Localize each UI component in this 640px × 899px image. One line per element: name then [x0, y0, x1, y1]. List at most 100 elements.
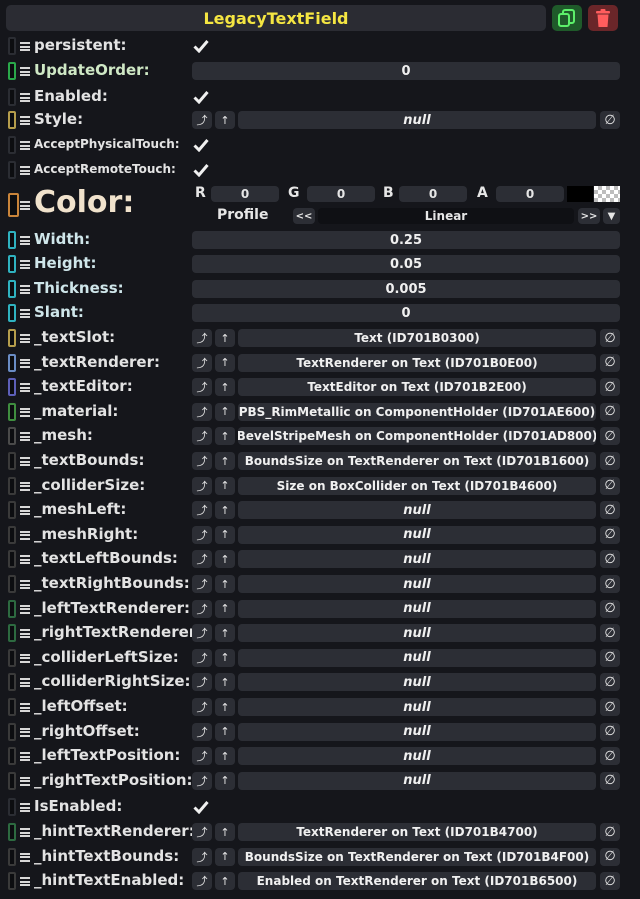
drag-handle-icon[interactable]: [20, 457, 30, 466]
drag-handle-icon[interactable]: [20, 852, 30, 862]
reference-value[interactable]: null: [238, 722, 596, 741]
drag-handle-icon[interactable]: [20, 629, 30, 639]
arrow-up-icon[interactable]: ↑: [215, 501, 235, 520]
arrow-up-icon[interactable]: ↑: [215, 847, 235, 866]
jump-to-icon[interactable]: ⤴: [192, 378, 212, 397]
arrow-up-icon[interactable]: ↑: [215, 402, 235, 421]
drag-handle-icon[interactable]: [20, 407, 30, 417]
clear-null-icon[interactable]: ∅: [600, 427, 620, 446]
connector-icon[interactable]: [8, 427, 16, 446]
drag-handle-icon[interactable]: [20, 236, 30, 245]
style-reference[interactable]: null: [238, 111, 596, 129]
arrow-up-icon[interactable]: ↑: [215, 648, 235, 667]
connector-icon[interactable]: [8, 111, 16, 129]
color-b-input[interactable]: 0: [399, 186, 467, 202]
color-g-input[interactable]: 0: [307, 186, 375, 202]
drag-handle-icon[interactable]: [20, 555, 30, 565]
connector-icon[interactable]: [8, 550, 16, 569]
clear-null-icon[interactable]: ∅: [600, 673, 620, 692]
jump-to-icon[interactable]: ⤴: [192, 599, 212, 618]
drag-handle-icon[interactable]: [20, 877, 30, 887]
connector-icon[interactable]: [8, 37, 16, 55]
arrow-up-icon[interactable]: ↑: [215, 722, 235, 741]
width-input[interactable]: 0.25: [192, 231, 620, 249]
jump-to-icon[interactable]: ⤴: [192, 673, 212, 692]
reference-value[interactable]: null: [238, 624, 596, 643]
connector-icon[interactable]: [8, 575, 16, 593]
delete-button[interactable]: [588, 5, 618, 31]
clear-null-icon[interactable]: ∅: [600, 747, 620, 766]
enabled-checkbox[interactable]: [192, 88, 210, 106]
jump-to-icon[interactable]: ⤴: [192, 722, 212, 741]
clear-null-icon[interactable]: ∅: [600, 771, 620, 790]
drag-handle-icon[interactable]: [20, 506, 30, 516]
connector-icon[interactable]: [8, 648, 16, 667]
connector-icon[interactable]: [8, 193, 19, 217]
update-order-input[interactable]: 0: [192, 62, 620, 80]
arrow-up-icon[interactable]: ↑: [215, 427, 235, 446]
drag-handle-icon[interactable]: [20, 776, 30, 786]
jump-to-icon[interactable]: ⤴: [192, 823, 212, 841]
color-swatch-solid[interactable]: [567, 186, 593, 202]
connector-icon[interactable]: [8, 353, 16, 372]
reference-value[interactable]: null: [238, 501, 596, 520]
clear-null-icon[interactable]: ∅: [600, 722, 620, 741]
clear-null-icon[interactable]: ∅: [600, 525, 620, 544]
reference-value[interactable]: null: [238, 771, 596, 790]
arrow-up-icon[interactable]: ↑: [215, 673, 235, 692]
height-input[interactable]: 0.05: [192, 255, 620, 273]
connector-icon[interactable]: [8, 280, 16, 298]
arrow-up-icon[interactable]: ↑: [215, 624, 235, 643]
profile-next-button[interactable]: >>: [578, 208, 600, 224]
drag-handle-icon[interactable]: [20, 42, 30, 51]
reference-value[interactable]: TextRenderer on Text (ID701B0E00): [238, 353, 596, 372]
drag-handle-icon[interactable]: [20, 678, 30, 688]
drag-handle-icon[interactable]: [20, 358, 30, 368]
arrow-up-icon[interactable]: ↑: [215, 747, 235, 766]
connector-icon[interactable]: [8, 722, 16, 741]
jump-to-icon[interactable]: ⤴: [192, 575, 212, 593]
connector-icon[interactable]: [8, 501, 16, 520]
drag-handle-icon[interactable]: [20, 727, 30, 737]
arrow-up-icon[interactable]: ↑: [215, 378, 235, 397]
clear-null-icon[interactable]: ∅: [600, 847, 620, 866]
arrow-up-icon[interactable]: ↑: [215, 353, 235, 372]
jump-to-icon[interactable]: ⤴: [192, 111, 212, 129]
arrow-up-icon[interactable]: ↑: [215, 525, 235, 544]
arrow-up-icon[interactable]: ↑: [215, 550, 235, 569]
jump-to-icon[interactable]: ⤴: [192, 747, 212, 766]
reference-value[interactable]: null: [238, 747, 596, 766]
connector-icon[interactable]: [8, 698, 16, 716]
jump-to-icon[interactable]: ⤴: [192, 624, 212, 643]
jump-to-icon[interactable]: ⤴: [192, 501, 212, 520]
thickness-input[interactable]: 0.005: [192, 280, 620, 298]
reference-value[interactable]: BoundsSize on TextRenderer on Text (ID70…: [238, 452, 596, 470]
drag-handle-icon[interactable]: [20, 752, 30, 762]
jump-to-icon[interactable]: ⤴: [192, 872, 212, 891]
clear-null-icon[interactable]: ∅: [600, 575, 620, 593]
connector-icon[interactable]: [8, 452, 16, 470]
drag-handle-icon[interactable]: [20, 481, 30, 491]
clear-null-icon[interactable]: ∅: [600, 452, 620, 470]
jump-to-icon[interactable]: ⤴: [192, 525, 212, 544]
clear-null-icon[interactable]: ∅: [600, 476, 620, 495]
drag-handle-icon[interactable]: [20, 703, 30, 712]
drag-handle-icon[interactable]: [20, 141, 30, 150]
reference-value[interactable]: BoundsSize on TextRenderer on Text (ID70…: [238, 847, 596, 866]
profile-value[interactable]: Linear: [318, 208, 574, 224]
jump-to-icon[interactable]: ⤴: [192, 402, 212, 421]
drag-handle-icon[interactable]: [20, 309, 30, 318]
drag-handle-icon[interactable]: [20, 166, 30, 175]
drag-handle-icon[interactable]: [20, 530, 30, 540]
drag-handle-icon[interactable]: [20, 260, 30, 269]
arrow-up-icon[interactable]: ↑: [215, 452, 235, 470]
reference-value[interactable]: null: [238, 648, 596, 667]
drag-handle-icon[interactable]: [20, 201, 30, 210]
clear-null-icon[interactable]: ∅: [600, 378, 620, 397]
drag-handle-icon[interactable]: [20, 604, 30, 614]
connector-icon[interactable]: [8, 304, 16, 322]
component-title[interactable]: LegacyTextField: [6, 5, 546, 31]
clear-null-icon[interactable]: ∅: [600, 823, 620, 841]
arrow-up-icon[interactable]: ↑: [215, 476, 235, 495]
jump-to-icon[interactable]: ⤴: [192, 353, 212, 372]
